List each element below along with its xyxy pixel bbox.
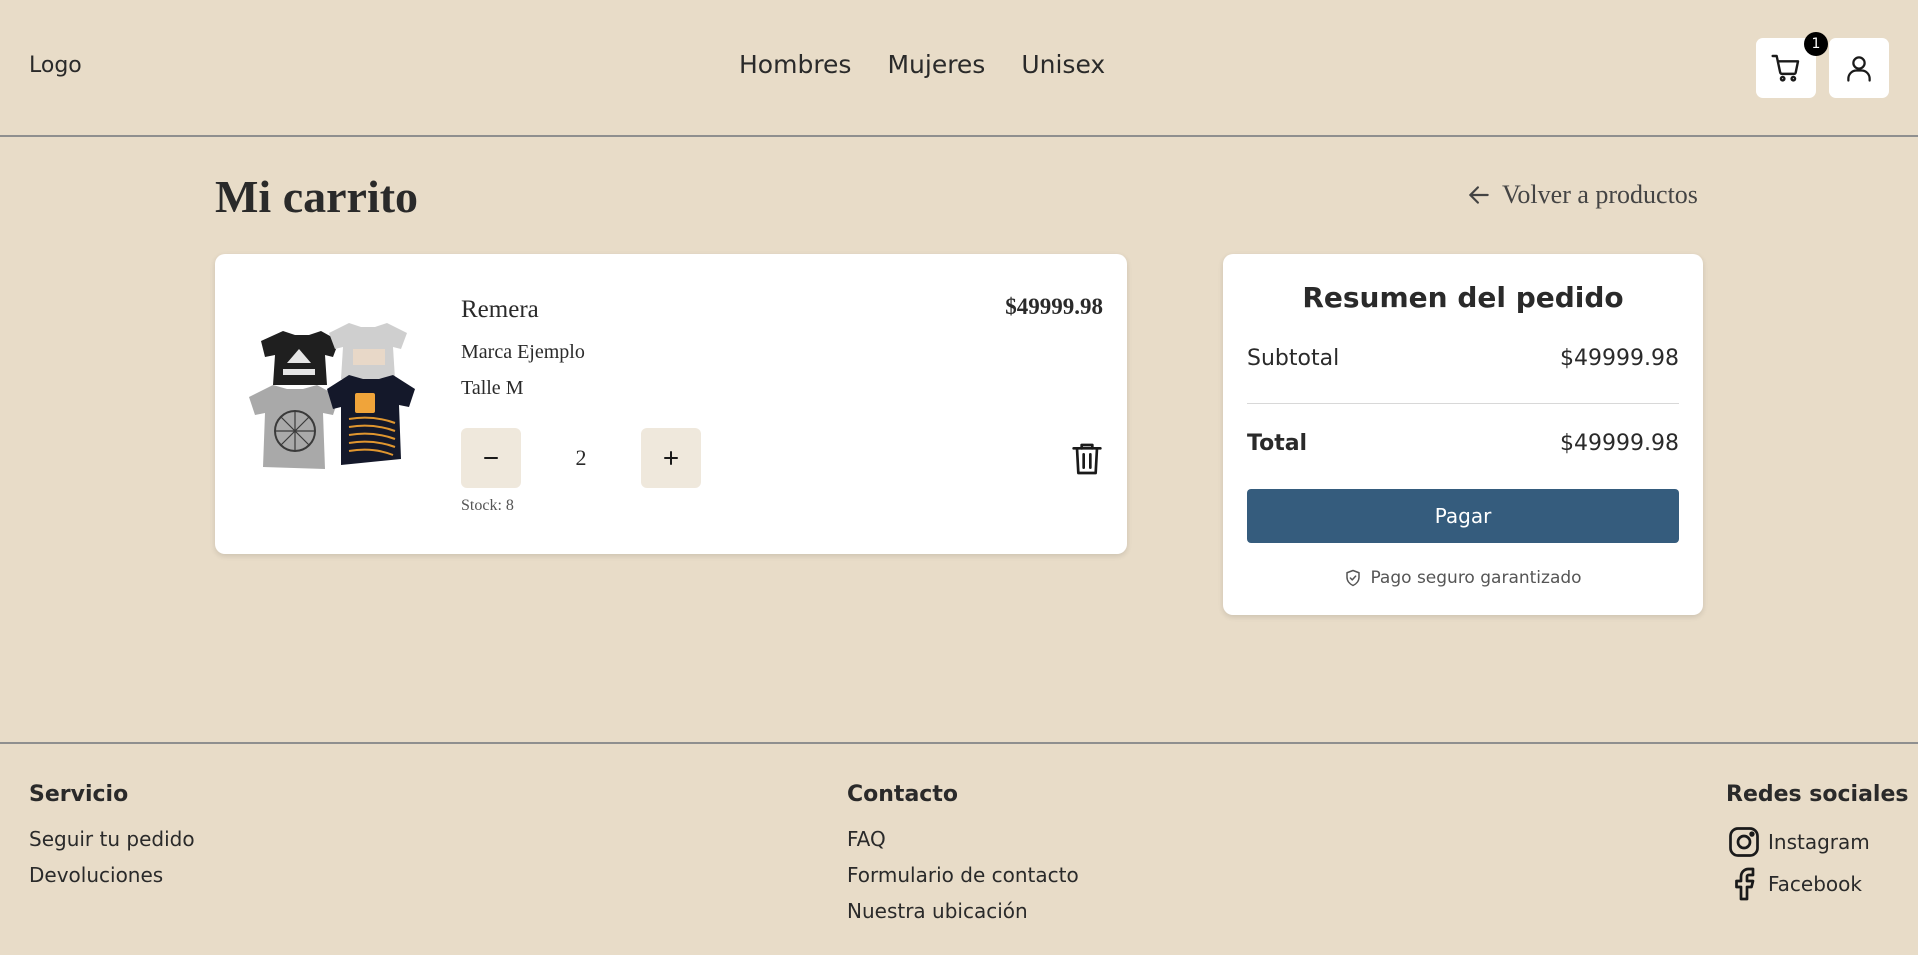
back-link-label: Volver a productos [1502,180,1698,209]
footer-heading-redes: Redes sociales [1726,782,1909,807]
total-label: Total [1247,431,1308,456]
subtotal-value: $49999.98 [1560,346,1679,371]
total-row: Total $49999.98 [1247,431,1679,456]
trash-icon [1072,443,1102,475]
product-name[interactable]: Remera [461,296,539,324]
footer-column-redes: Redes sociales Instagram Facebook [1726,782,1908,905]
main-nav: Hombres Mujeres Unisex [739,50,1105,79]
total-value: $49999.98 [1560,431,1679,456]
facebook-label: Facebook [1768,872,1862,896]
site-footer: Servicio Seguir tu pedido Devoluciones C… [0,742,1918,955]
footer-link-instagram[interactable]: Instagram [1726,821,1908,863]
footer-heading-servicio: Servicio [29,782,129,807]
secure-note-text: Pago seguro garantizado [1370,568,1582,588]
pay-button[interactable]: Pagar [1247,489,1679,543]
footer-column-contacto: Contacto FAQ Formulario de contacto Nues… [847,782,1079,929]
cart-item-card: Remera Marca Ejemplo Talle M $49999.98 2… [215,254,1127,554]
footer-column-servicio: Servicio Seguir tu pedido Devoluciones [29,782,195,893]
page-title: Mi carrito [215,171,419,222]
site-header: Logo Hombres Mujeres Unisex 1 [0,0,1918,137]
product-price: $49999.98 [1005,294,1103,319]
plus-icon [664,451,678,465]
cart-count-badge: 1 [1804,32,1828,56]
footer-link-seguir-pedido[interactable]: Seguir tu pedido [29,821,195,857]
cart-button[interactable]: 1 [1756,32,1828,98]
decrease-quantity-button[interactable] [461,428,521,488]
instagram-label: Instagram [1768,830,1870,854]
footer-link-faq[interactable]: FAQ [847,821,1079,857]
user-button[interactable] [1829,38,1889,98]
summary-title: Resumen del pedido [1302,281,1624,314]
user-icon [1847,56,1871,82]
logo[interactable]: Logo [29,53,82,78]
product-size: Talle M [461,377,524,399]
footer-heading-contacto: Contacto [847,782,958,807]
back-to-products-link[interactable]: Volver a productos [1466,180,1698,210]
order-summary-card: Resumen del pedido Subtotal $49999.98 To… [1223,254,1703,615]
shield-check-icon [1346,569,1361,587]
subtotal-label: Subtotal [1247,346,1340,371]
instagram-icon [1729,827,1759,857]
minus-icon [484,457,498,459]
subtotal-row: Subtotal $49999.98 [1247,346,1679,371]
increase-quantity-button[interactable] [641,428,701,488]
secure-payment-note: Pago seguro garantizado [1223,568,1703,588]
tshirts-image[interactable] [243,319,419,479]
arrow-left-icon [1469,186,1489,204]
nav-item-hombres[interactable]: Hombres [739,50,851,79]
stock-text: Stock: 8 [461,497,514,514]
remove-item-button[interactable] [1067,438,1107,480]
footer-link-facebook[interactable]: Facebook [1726,863,1908,905]
cart-icon [1771,54,1800,82]
summary-divider [1247,403,1679,404]
facebook-icon [1735,867,1755,901]
product-brand: Marca Ejemplo [461,341,585,363]
nav-item-unisex[interactable]: Unisex [1021,50,1105,79]
nav-item-mujeres[interactable]: Mujeres [887,50,985,79]
quantity-value: 2 [575,445,587,470]
footer-link-ubicacion[interactable]: Nuestra ubicación [847,893,1079,929]
footer-link-formulario[interactable]: Formulario de contacto [847,857,1079,893]
footer-link-devoluciones[interactable]: Devoluciones [29,857,195,893]
